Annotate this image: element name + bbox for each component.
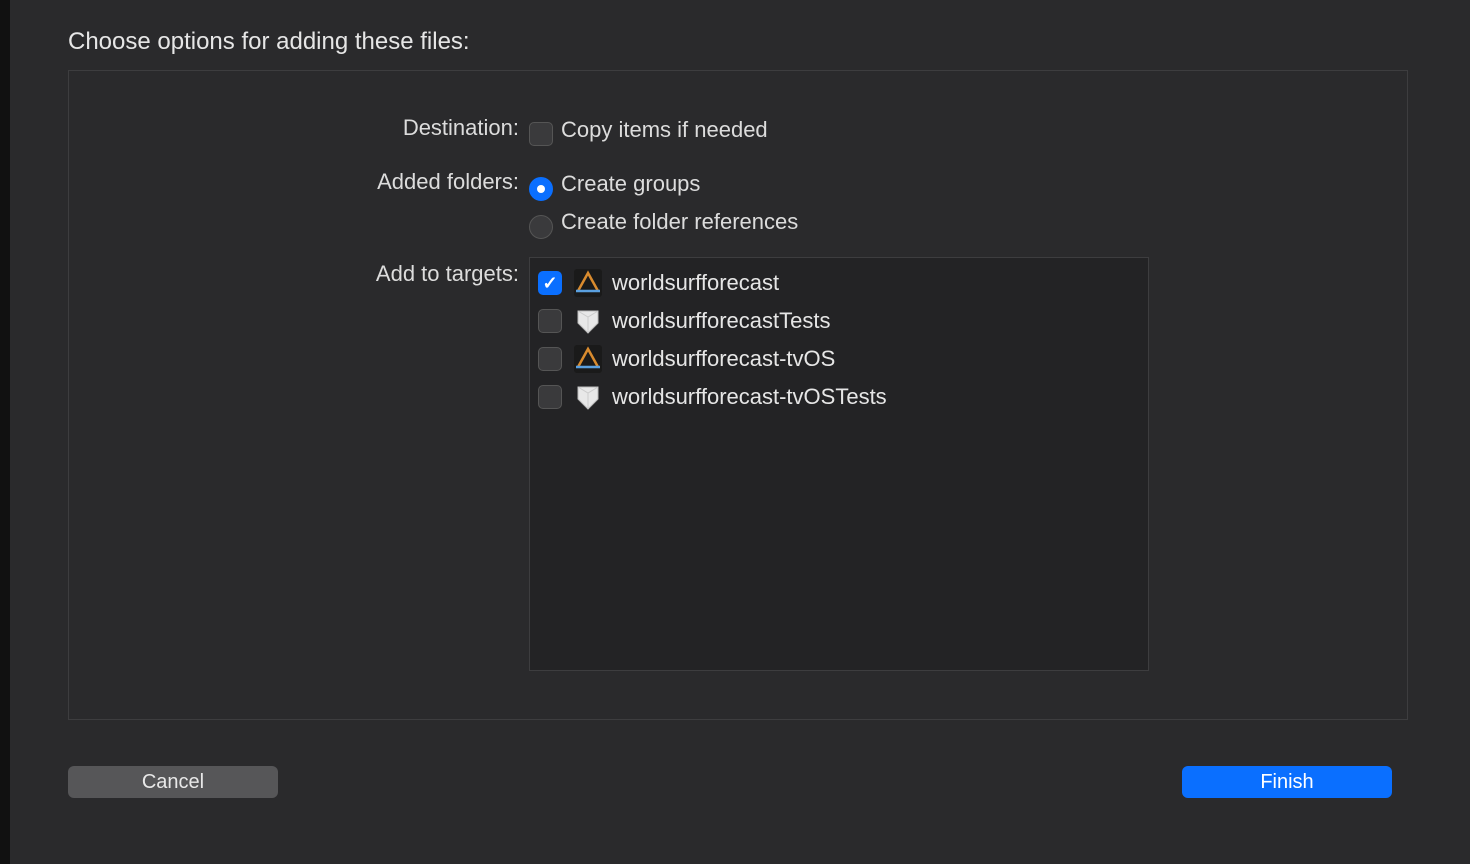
dialog-title: Choose options for adding these files: bbox=[68, 28, 470, 56]
create-refs-option[interactable]: Create folder references bbox=[529, 203, 1407, 241]
cancel-button[interactable]: Cancel bbox=[68, 766, 278, 798]
destination-label: Destination: bbox=[69, 111, 529, 143]
destination-content: Copy items if needed bbox=[529, 111, 1407, 149]
target-name: worldsurfforecast-tvOSTests bbox=[612, 382, 887, 412]
target-name: worldsurfforecast bbox=[612, 268, 779, 298]
create-groups-radio[interactable] bbox=[529, 177, 553, 201]
create-refs-radio[interactable] bbox=[529, 215, 553, 239]
targets-list[interactable]: worldsurfforecast worldsurfforecastTests bbox=[529, 257, 1149, 671]
added-folders-content: Create groups Create folder references bbox=[529, 165, 1407, 241]
create-refs-label: Create folder references bbox=[561, 203, 798, 241]
app-icon bbox=[574, 269, 602, 297]
add-targets-content: worldsurfforecast worldsurfforecastTests bbox=[529, 257, 1407, 671]
target-checkbox[interactable] bbox=[538, 271, 562, 295]
copy-items-checkbox[interactable] bbox=[529, 122, 553, 146]
create-groups-option[interactable]: Create groups bbox=[529, 165, 1407, 203]
added-folders-label: Added folders: bbox=[69, 165, 529, 197]
target-row[interactable]: worldsurfforecast-tvOSTests bbox=[536, 378, 1142, 416]
target-checkbox[interactable] bbox=[538, 385, 562, 409]
target-row[interactable]: worldsurfforecastTests bbox=[536, 302, 1142, 340]
target-row[interactable]: worldsurfforecast-tvOS bbox=[536, 340, 1142, 378]
add-files-dialog: Choose options for adding these files: D… bbox=[20, 0, 1450, 840]
app-icon bbox=[574, 345, 602, 373]
create-groups-label: Create groups bbox=[561, 165, 700, 203]
options-frame: Destination: Copy items if needed Added … bbox=[68, 70, 1408, 720]
target-name: worldsurfforecast-tvOS bbox=[612, 344, 835, 374]
add-targets-label: Add to targets: bbox=[69, 257, 529, 289]
target-checkbox[interactable] bbox=[538, 347, 562, 371]
target-name: worldsurfforecastTests bbox=[612, 306, 830, 336]
test-bundle-icon bbox=[574, 307, 602, 335]
dialog-buttons: Cancel Finish bbox=[68, 766, 1392, 798]
finish-button[interactable]: Finish bbox=[1182, 766, 1392, 798]
left-edge-decoration bbox=[0, 0, 10, 864]
target-row[interactable]: worldsurfforecast bbox=[536, 264, 1142, 302]
destination-row: Destination: Copy items if needed bbox=[69, 111, 1407, 149]
copy-items-label: Copy items if needed bbox=[561, 111, 768, 149]
target-checkbox[interactable] bbox=[538, 309, 562, 333]
test-bundle-icon bbox=[574, 383, 602, 411]
add-targets-row: Add to targets: worldsurfforecast bbox=[69, 257, 1407, 671]
copy-items-option[interactable]: Copy items if needed bbox=[529, 111, 1407, 149]
added-folders-row: Added folders: Create groups Create fold… bbox=[69, 165, 1407, 241]
